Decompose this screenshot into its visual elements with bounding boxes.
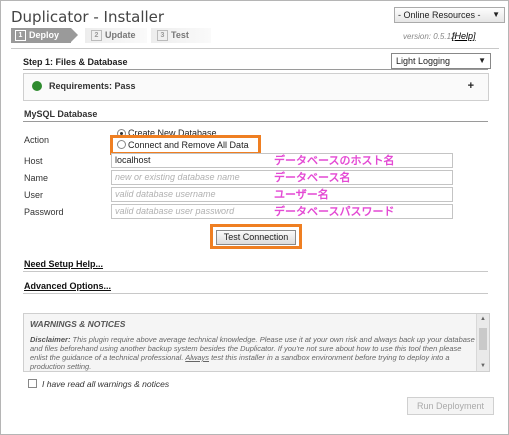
chevron-down-icon: ▼ — [492, 10, 500, 19]
step-update[interactable]: 2 Update — [85, 28, 147, 43]
help-link[interactable]: [Help] — [452, 31, 476, 41]
warnings-notices-panel: WARNINGS & NOTICES Disclaimer: This plug… — [23, 313, 490, 372]
divider — [23, 121, 488, 122]
step-number: 2 — [91, 30, 102, 41]
highlight-box — [210, 224, 302, 249]
name-label: Name — [24, 173, 49, 183]
scroll-up-icon[interactable]: ▲ — [480, 316, 486, 322]
version-label: version: 0.5.12 — [403, 32, 456, 41]
accept-notices-checkbox[interactable] — [28, 379, 37, 388]
step-label: Test — [171, 30, 189, 40]
divider — [11, 48, 499, 49]
logging-select[interactable]: Light Logging ▼ — [391, 53, 491, 69]
divider — [23, 271, 488, 272]
notices-title: WARNINGS & NOTICES — [30, 319, 126, 329]
divider — [23, 69, 488, 70]
installer-page: Duplicator - Installer - Online Resource… — [0, 0, 509, 435]
app-title: Duplicator - Installer — [11, 8, 165, 26]
chevron-down-icon: ▼ — [478, 56, 486, 65]
name-annotation: データベース名 — [274, 171, 351, 184]
user-annotation: ユーザー名 — [274, 188, 329, 201]
run-deployment-button[interactable]: Run Deployment — [407, 397, 494, 415]
notices-body: Disclaimer: This plugin require above av… — [30, 335, 475, 371]
expand-icon[interactable]: + — [468, 80, 474, 92]
step-label: Update — [105, 30, 136, 40]
online-resources-label: - Online Resources - — [398, 10, 481, 20]
requirements-label: Requirements: Pass — [49, 81, 136, 91]
disclaimer-label: Disclaimer: — [30, 335, 71, 344]
password-annotation: データベースパスワード — [274, 205, 395, 218]
logging-value: Light Logging — [396, 56, 451, 66]
setup-help-link[interactable]: Need Setup Help... — [24, 259, 103, 269]
step-number: 3 — [157, 30, 168, 41]
password-label: Password — [24, 207, 64, 217]
step-label: Deploy — [29, 30, 60, 40]
accept-notices-label: I have read all warnings & notices — [42, 379, 170, 389]
divider — [23, 293, 488, 294]
highlight-box — [110, 135, 261, 155]
step-test[interactable]: 3 Test — [151, 28, 211, 43]
notices-scrollbar[interactable]: ▲ ▼ — [476, 314, 489, 371]
mysql-section-title: MySQL Database — [24, 109, 98, 119]
always-text: Always — [185, 353, 210, 362]
host-annotation: データベースのホスト名 — [274, 154, 395, 167]
step-title: Step 1: Files & Database — [23, 57, 128, 67]
requirements-panel[interactable]: Requirements: Pass + — [23, 73, 489, 101]
host-label: Host — [24, 156, 43, 166]
scrollbar-thumb[interactable] — [479, 328, 487, 350]
scroll-down-icon[interactable]: ▼ — [480, 363, 486, 369]
advanced-options-link[interactable]: Advanced Options... — [24, 281, 111, 291]
action-label: Action — [24, 135, 50, 145]
step-deploy[interactable]: 1 Deploy — [11, 28, 78, 43]
user-label: User — [24, 190, 44, 200]
status-pass-icon — [32, 81, 42, 91]
step-number: 1 — [15, 30, 26, 41]
online-resources-select[interactable]: - Online Resources - ▼ — [394, 7, 505, 23]
